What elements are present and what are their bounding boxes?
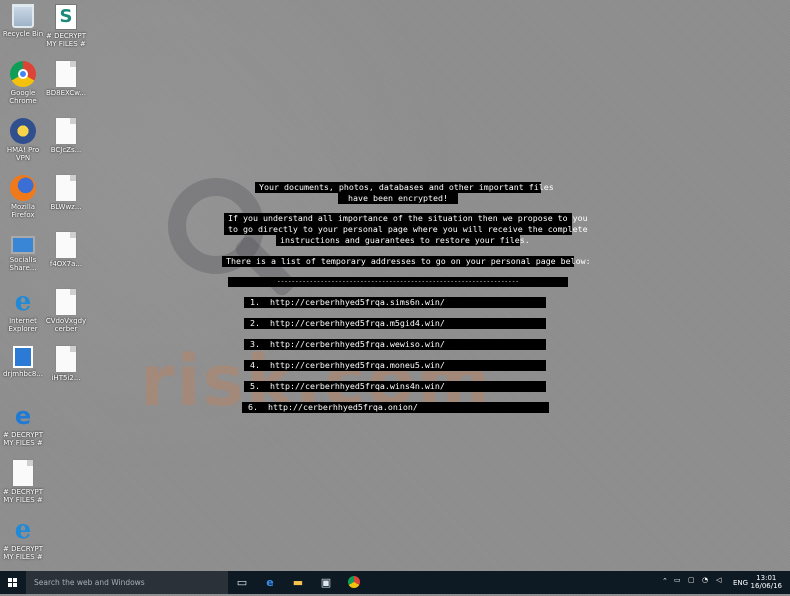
file-icon [56, 61, 76, 87]
notification-icon[interactable]: ▢ [688, 576, 695, 584]
address-link-4[interactable]: 4. http://cerberhhyed5frqa.moneu5.win/ [244, 360, 546, 371]
note-line-2: have been encrypted! [338, 193, 458, 204]
note-line-6: There is a list of temporary addresses t… [222, 256, 591, 267]
clock-date: 16/06/16 [750, 582, 782, 590]
file-icon [56, 232, 76, 258]
taskbar: Search the web and Windows ▭ e ▬ ▣ ⌃ ▭ ▢… [0, 571, 790, 594]
chrome-taskbar-icon[interactable] [340, 571, 368, 594]
desktop-icon-label: SocialIs Share... [9, 256, 37, 272]
desktop-icon-decrypt-text[interactable]: # DECRYPT MY FILES # [0, 460, 46, 504]
desktop-icon-label: BLWwz... [50, 203, 82, 211]
show-hidden-icons[interactable]: ⌃ [662, 577, 668, 585]
desktop-icon-label: Google Chrome [9, 89, 37, 105]
desktop-icon-label: drjmhbc8... [3, 370, 43, 378]
firefox-icon [10, 175, 36, 201]
desktop-icon-label: # DECRYPT MY FILES # [46, 32, 86, 48]
desktop-icon-label: BD8EXCw... [45, 89, 86, 97]
file-explorer-icon[interactable]: ▬ [284, 571, 312, 594]
address-link-6[interactable]: 6. http://cerberhhyed5frqa.onion/ [242, 402, 549, 413]
decrypt-edge-icon: e [14, 402, 32, 430]
desktop-icon-label: # DECRYPT MY FILES # [3, 431, 43, 447]
ie-icon: e [14, 287, 32, 317]
desktop-icon-label: f4OX7a... [49, 260, 83, 268]
desktop-icon-ie[interactable]: e Internet Explorer [0, 289, 46, 333]
file-icon [56, 346, 76, 372]
note-line-3: If you understand all importance of the … [224, 213, 588, 224]
language-indicator[interactable]: ENG [733, 579, 748, 587]
decrypt-text-icon [13, 460, 33, 486]
vpn-icon [10, 118, 36, 144]
desktop-icon-label: Internet Explorer [8, 317, 38, 333]
desktop-icon-decrypt-ie[interactable]: e # DECRYPT MY FILES # [0, 517, 46, 561]
decrypt-ie-icon: e [14, 515, 32, 545]
desktop-icon-file[interactable]: BCJcZs... [43, 118, 89, 154]
chrome-icon [10, 61, 36, 87]
desktop-icon-label: Mozilla Firefox [10, 203, 36, 219]
note-line-4: to go directly to your personal page whe… [224, 224, 588, 235]
desktop-icon-vpn[interactable]: HMA! Pro VPN [0, 118, 46, 162]
address-link-2[interactable]: 2. http://cerberhhyed5frqa.m5gid4.win/ [244, 318, 546, 329]
address-link-5[interactable]: 5. http://cerberhhyed5frqa.wins4n.win/ [244, 381, 546, 392]
note-line-5: instructions and guarantees to restore y… [276, 235, 530, 246]
clock[interactable]: 13:01 16/06/16 [751, 574, 782, 590]
desktop-icon-pc[interactable]: SocialIs Share... [0, 232, 46, 272]
store-icon[interactable]: ▣ [312, 571, 340, 594]
desktop-icon-file[interactable]: CVdoVxgdy cerber [43, 289, 89, 333]
clock-time: 13:01 [756, 574, 777, 582]
note-divider: ----------------------------------------… [228, 277, 568, 287]
windows-logo-icon [8, 578, 18, 588]
desktop-icon-recycle-bin[interactable]: Recycle Bin [0, 4, 46, 38]
volume-icon[interactable]: ◁ [716, 576, 721, 584]
desktop-icon-file[interactable]: BD8EXCw... [43, 61, 89, 97]
desktop-icon-file[interactable]: BLWwz... [43, 175, 89, 211]
file-icon [56, 289, 76, 315]
file-icon [56, 175, 76, 201]
desktop-icon-chrome[interactable]: Google Chrome [0, 61, 46, 105]
network-icon[interactable]: ◔ [702, 576, 708, 584]
desktop-icon-file[interactable]: iHT5i2... [43, 346, 89, 382]
desktop: risk.com Recycle Bin S # DECRYPT MY FILE… [0, 0, 790, 571]
start-button[interactable] [0, 571, 26, 594]
file-icon [56, 118, 76, 144]
search-box[interactable]: Search the web and Windows [26, 571, 228, 594]
desktop-icon-firefox[interactable]: Mozilla Firefox [0, 175, 46, 219]
desktop-icon-label: iHT5i2... [51, 374, 81, 382]
desktop-icon-label: BCJcZs... [50, 146, 82, 154]
task-view-icon[interactable]: ▭ [228, 571, 256, 594]
recycle-bin-icon [12, 4, 34, 28]
battery-icon[interactable]: ▭ [674, 576, 681, 584]
address-link-3[interactable]: 3. http://cerberhhyed5frqa.wewiso.win/ [244, 339, 546, 350]
desktop-icon-label: Recycle Bin [2, 30, 44, 38]
desktop-icon-decrypt-files[interactable]: S # DECRYPT MY FILES # [43, 4, 89, 48]
desktop-icon-label: CVdoVxgdy cerber [45, 317, 87, 333]
desktop-icon-file[interactable]: f4OX7a... [43, 232, 89, 268]
note-line-1: Your documents, photos, databases and ot… [255, 182, 554, 193]
desktop-icon-app[interactable]: drjmhbc8... [0, 346, 46, 378]
desktop-icon-label: # DECRYPT MY FILES # [3, 488, 43, 504]
desktop-icon-decrypt-edge[interactable]: e # DECRYPT MY FILES # [0, 403, 46, 447]
desktop-icon-label: # DECRYPT MY FILES # [3, 545, 43, 561]
decrypt-my-files-icon: S [55, 4, 77, 30]
address-link-1[interactable]: 1. http://cerberhhyed5frqa.sims6n.win/ [244, 297, 546, 308]
edge-icon[interactable]: e [256, 571, 284, 594]
app-icon [13, 346, 33, 368]
desktop-icon-label: HMA! Pro VPN [6, 146, 40, 162]
pc-icon [11, 236, 35, 254]
